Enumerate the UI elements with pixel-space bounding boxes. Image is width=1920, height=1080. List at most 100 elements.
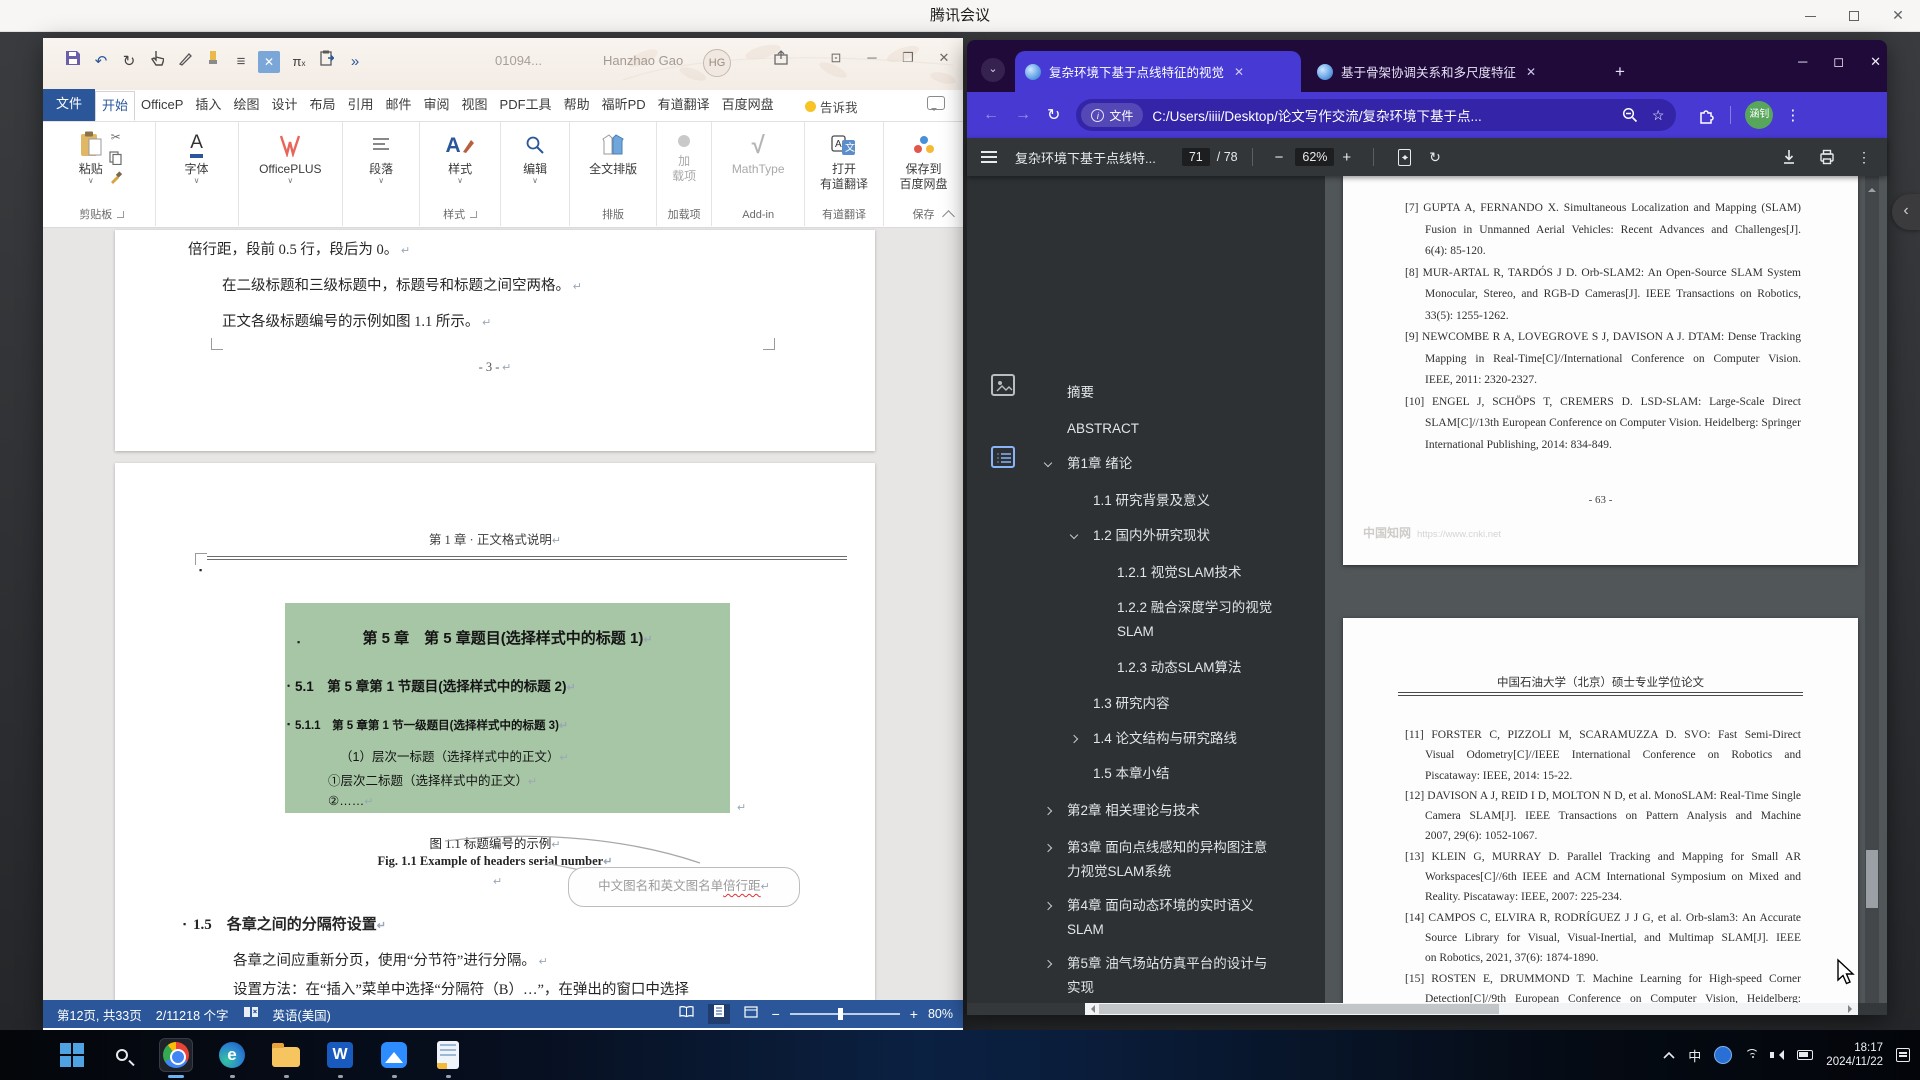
scroll-left-arrow[interactable] — [1087, 1005, 1095, 1013]
maximize-button[interactable] — [1832, 0, 1876, 32]
zoom-slider-thumb[interactable] — [838, 1008, 843, 1020]
touch-mode-icon[interactable] — [145, 50, 169, 74]
word-minimize-button[interactable]: ─ — [861, 50, 883, 66]
youdao-translate-button[interactable]: A文 打开 有道翻译 — [820, 128, 868, 192]
outline-item[interactable]: 1.3 研究内容 — [1093, 692, 1318, 716]
extensions-icon[interactable] — [1698, 106, 1716, 124]
read-mode-icon[interactable] — [676, 1004, 698, 1024]
quick-access-more-icon[interactable]: » — [343, 50, 367, 74]
thumbnails-panel-icon[interactable] — [991, 374, 1015, 396]
word-count[interactable]: 2/11218 个字 — [156, 1005, 229, 1024]
outline-item[interactable]: 1.2 国内外研究现状 — [1093, 524, 1318, 548]
outline-item[interactable]: 1.4 论文结构与研究路线 — [1093, 727, 1318, 751]
bookmark-star-icon[interactable]: ☆ — [1652, 107, 1665, 124]
addin-button[interactable]: 加 载项 — [672, 128, 696, 184]
pdf-page-input[interactable]: 71 — [1182, 148, 1210, 166]
taskbar-word-icon[interactable]: W — [323, 1038, 357, 1072]
equation-icon[interactable]: πx — [287, 50, 311, 74]
zoom-out-button[interactable]: − — [772, 1006, 780, 1022]
page-indicator[interactable]: 第12页, 共33页 — [57, 1005, 142, 1024]
screen-edge-handle[interactable]: ‹ — [1892, 194, 1920, 230]
page-zoom-icon[interactable] — [1622, 107, 1638, 123]
clock[interactable]: 18:17 2024/11/22 — [1826, 1041, 1883, 1069]
mathtype-button[interactable]: √ MathType — [732, 128, 785, 177]
address-bar[interactable]: i 文件 C:/Users/iiii/Desktop/论文写作交流/复杂环境下基… — [1076, 99, 1676, 131]
taskbar-search-icon[interactable] — [105, 1038, 139, 1072]
chevron-right-icon[interactable] — [1044, 960, 1052, 968]
ribbon-tab[interactable]: 百度网盘 — [716, 91, 780, 121]
tab-close-icon[interactable]: ✕ — [1526, 65, 1536, 79]
undo-icon[interactable]: ↶ — [89, 50, 113, 74]
scrollbar-thumb[interactable] — [1866, 850, 1878, 908]
chevron-right-icon[interactable] — [1044, 807, 1052, 815]
proofing-icon[interactable] — [243, 1006, 259, 1022]
ribbon-tab[interactable]: 福昕PD — [596, 91, 652, 121]
outline-item[interactable]: 1.2.3 动态SLAM算法 — [1117, 656, 1275, 680]
chrome-maximize-button[interactable]: ◻ — [1833, 54, 1844, 70]
ribbon-tab[interactable]: 开始 — [95, 91, 135, 121]
start-button[interactable] — [55, 1038, 89, 1072]
outline-item[interactable]: 1.5 本章小结 — [1093, 762, 1318, 786]
taskbar-notes-icon[interactable] — [431, 1038, 465, 1072]
cut-icon[interactable]: ✂ — [107, 131, 125, 145]
outline-item[interactable]: 1.2.2 融合深度学习的视觉SLAM — [1117, 596, 1275, 644]
tab-close-icon[interactable]: ✕ — [1234, 65, 1244, 79]
outline-item[interactable]: ABSTRACT — [1067, 417, 1279, 441]
volume-icon[interactable] — [1774, 1050, 1784, 1060]
pdf-more-icon[interactable]: ⋮ — [1857, 149, 1871, 166]
save-icon[interactable] — [61, 50, 85, 74]
browser-tab-inactive[interactable]: 基于骨架协调关系和多尺度特征 ✕ — [1307, 51, 1583, 92]
pdf-zoom-out-icon[interactable]: − — [1275, 149, 1284, 166]
ime-indicator[interactable]: 中 — [1688, 1046, 1701, 1065]
scroll-right-arrow[interactable] — [1848, 1005, 1856, 1013]
taskbar-chrome-icon[interactable] — [159, 1038, 193, 1072]
outline-item[interactable]: 第5章 油气场站仿真平台的设计与实现 — [1067, 952, 1279, 1000]
edit-button[interactable]: 编辑∨ — [523, 128, 547, 185]
redo-icon[interactable]: ↻ — [117, 50, 141, 74]
battery-icon[interactable] — [1797, 1050, 1813, 1060]
ribbon-tab[interactable]: 布局 — [303, 91, 341, 121]
tray-expand-icon[interactable] — [1663, 1051, 1675, 1059]
profile-avatar[interactable]: 涵钊 — [1745, 101, 1773, 129]
outline-item[interactable]: 1.1 研究背景及意义 — [1093, 489, 1318, 513]
zoom-level[interactable]: 80% — [928, 1007, 953, 1021]
pdf-zoom-level[interactable]: 62% — [1295, 148, 1334, 166]
ribbon-tab[interactable]: 绘图 — [227, 91, 265, 121]
pdf-download-icon[interactable] — [1781, 149, 1797, 165]
document-canvas[interactable]: 倍行距，段前 0.5 行，段后为 0。 ↵ 在二级标题和三级标题中，标题号和标题… — [43, 228, 963, 1000]
ribbon-tab[interactable]: 引用 — [341, 91, 379, 121]
font-button[interactable]: A 字体∨ — [185, 128, 209, 185]
outline-panel-icon[interactable] — [991, 446, 1015, 468]
outline-item[interactable]: 第4章 面向动态环境的实时语义SLAM — [1067, 894, 1279, 942]
zoom-in-button[interactable]: + — [910, 1006, 918, 1022]
chevron-down-icon[interactable] — [1070, 531, 1078, 539]
highlighter-icon[interactable] — [201, 50, 225, 74]
comments-icon[interactable] — [927, 96, 945, 110]
chevron-right-icon[interactable] — [1044, 844, 1052, 852]
style-button[interactable]: A 样式∨ — [445, 128, 474, 185]
officeplus-button[interactable]: OfficePLUS∨ — [259, 128, 321, 185]
ribbon-tab[interactable]: 视图 — [456, 91, 494, 121]
outline-item[interactable]: 第3章 面向点线感知的异构图注意力视觉SLAM系统 — [1067, 836, 1279, 884]
browser-menu-icon[interactable]: ⋮ — [1785, 106, 1800, 124]
chevron-down-icon[interactable] — [1044, 459, 1052, 467]
forward-button[interactable]: → — [1015, 106, 1031, 124]
tab-search-icon[interactable]: ⌄ — [981, 58, 1005, 82]
tray-app-icon[interactable] — [1714, 1046, 1732, 1064]
scheme-chip[interactable]: i 文件 — [1081, 103, 1143, 127]
zoom-slider[interactable] — [790, 1013, 900, 1015]
x-tile-icon[interactable]: ✕ — [257, 50, 281, 74]
pdf-zoom-in-icon[interactable]: + — [1342, 149, 1351, 166]
chevron-right-icon[interactable] — [1070, 735, 1078, 743]
print-layout-icon[interactable] — [708, 1004, 730, 1024]
close-button[interactable]: ✕ — [1876, 0, 1920, 32]
ribbon-display-options-icon[interactable]: ⊡ — [825, 50, 847, 66]
ribbon-tab[interactable]: 有道翻译 — [652, 91, 716, 121]
ribbon-tab[interactable]: 设计 — [265, 91, 303, 121]
pdf-content[interactable]: [7] GUPTA A, FERNANDO X. Simultaneous Lo… — [1325, 176, 1887, 1003]
taskbar-meeting-icon[interactable] — [377, 1038, 411, 1072]
ribbon-tab[interactable]: PDF工具 — [494, 91, 558, 121]
outline-item[interactable]: 第2章 相关理论与技术 — [1067, 799, 1279, 823]
baidu-netdisk-button[interactable]: 保存到 百度网盘 — [900, 128, 948, 192]
wifi-icon[interactable] — [1745, 1049, 1761, 1061]
